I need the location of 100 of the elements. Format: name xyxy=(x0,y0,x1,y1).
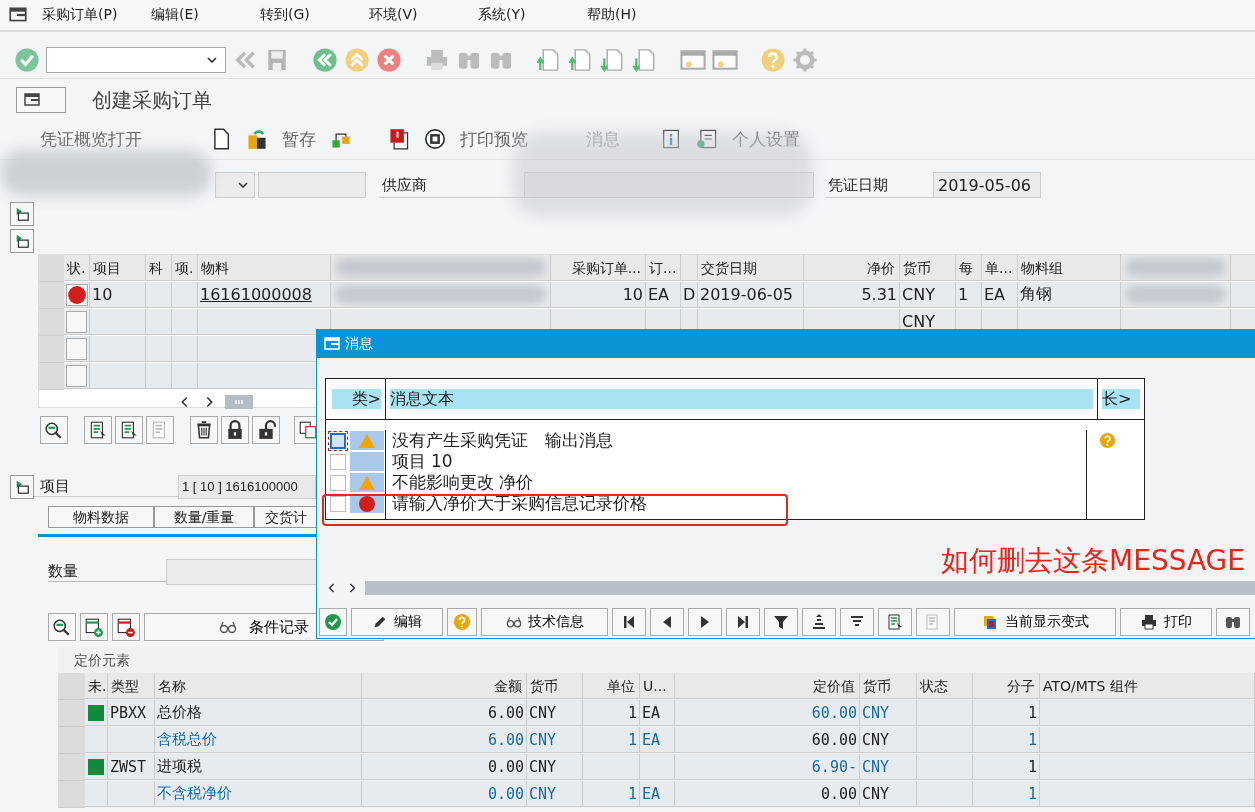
column-header[interactable]: 单... xyxy=(982,255,1018,281)
expand-button[interactable] xyxy=(10,202,34,226)
column-header[interactable]: 采购订单... xyxy=(551,255,646,281)
column-header[interactable]: 长> xyxy=(1102,389,1140,409)
table-cell: CNY xyxy=(527,727,583,753)
table-cell: 1 xyxy=(973,754,1040,780)
details-button[interactable] xyxy=(40,416,68,444)
scrollbar[interactable] xyxy=(365,581,1255,595)
toolbar-button[interactable] xyxy=(764,608,798,636)
toolbar-button[interactable] xyxy=(688,608,722,636)
column-header[interactable]: 货币 xyxy=(527,673,583,699)
find-button[interactable] xyxy=(1216,608,1250,636)
column-header[interactable]: 订... xyxy=(646,255,681,281)
date-field[interactable]: 2019-05-06 xyxy=(933,172,1041,198)
status-cell[interactable] xyxy=(66,283,88,306)
column-header[interactable]: 状. xyxy=(64,255,90,281)
column-header[interactable]: 类> xyxy=(332,389,381,409)
quantity-field[interactable] xyxy=(166,559,318,585)
help-button[interactable] xyxy=(447,608,477,636)
confirm-button[interactable] xyxy=(319,608,347,636)
command-field[interactable] xyxy=(46,47,226,73)
item-select-field[interactable]: 1 [ 10 ] 1616100000 xyxy=(178,475,316,499)
menu-item[interactable]: 环境(V) xyxy=(369,6,461,24)
menu-item[interactable]: 系统(Y) xyxy=(478,6,570,24)
delete-button[interactable] xyxy=(190,416,218,444)
column-header[interactable]: 科 xyxy=(146,255,172,281)
column-header[interactable]: 状态 xyxy=(917,673,973,699)
tab[interactable]: 数量/重量 xyxy=(154,506,254,528)
swap-icon xyxy=(246,128,268,150)
column-header[interactable]: 金额 xyxy=(362,673,527,699)
menu-item[interactable]: 编辑(E) xyxy=(151,6,243,24)
scroll-thumb[interactable] xyxy=(225,395,253,409)
table-cell[interactable]: 16161000008 xyxy=(198,282,331,308)
toolbar-button[interactable] xyxy=(612,608,646,636)
print-button[interactable]: 打印 xyxy=(1120,608,1212,636)
column-header[interactable]: 类型 xyxy=(108,673,155,699)
column-header[interactable]: 未. xyxy=(85,673,108,699)
column-header[interactable]: 净价 xyxy=(804,255,900,281)
table-cell xyxy=(917,700,973,726)
expand-button[interactable] xyxy=(10,475,34,499)
column-header[interactable]: 货币 xyxy=(860,673,917,699)
column-header[interactable]: ATO/MTS 组件 xyxy=(1040,673,1255,699)
screen-menu-button[interactable] xyxy=(16,87,66,113)
tab[interactable]: 交货计 xyxy=(254,506,318,528)
expand-icon xyxy=(14,206,30,222)
details-button[interactable] xyxy=(48,613,76,641)
toolbar-button[interactable] xyxy=(650,608,684,636)
long-text-icon xyxy=(1099,432,1117,449)
column-header[interactable]: 项目 xyxy=(90,255,146,281)
technical-info-button[interactable]: 技术信息 xyxy=(481,608,608,636)
toolbar-button[interactable] xyxy=(840,608,874,636)
layout-button[interactable]: 当前显示变式 xyxy=(954,608,1116,636)
column-header[interactable]: 货币 xyxy=(900,255,956,281)
insert-row-button[interactable] xyxy=(80,613,108,641)
select-all-cell[interactable] xyxy=(39,255,64,282)
dropdown-field[interactable] xyxy=(215,172,255,198)
column-header[interactable]: 名称 xyxy=(155,673,362,699)
table-cell xyxy=(172,363,198,389)
column-header[interactable]: U... xyxy=(640,673,675,699)
column-header[interactable]: 物料 xyxy=(198,255,331,281)
menu-item[interactable]: 转到(G) xyxy=(260,6,352,24)
add-row-icon xyxy=(84,617,104,637)
column-header[interactable]: 单位 xyxy=(583,673,640,699)
select-all-button[interactable] xyxy=(84,416,112,444)
column-header[interactable]: 消息文本 xyxy=(390,389,1093,409)
toolbar-button[interactable] xyxy=(802,608,836,636)
status-cell[interactable] xyxy=(66,337,87,360)
toolbar-button[interactable]: 暂存 xyxy=(282,127,316,151)
table-cell: 1 xyxy=(973,781,1040,807)
select-block-button[interactable] xyxy=(115,416,143,444)
column-header[interactable]: 每 xyxy=(956,255,982,281)
toolbar-button[interactable]: 打印预览 xyxy=(460,127,528,151)
menu-item[interactable]: 采购订单(P) xyxy=(42,6,134,24)
unlock-button[interactable] xyxy=(252,416,280,444)
toolbar-button[interactable] xyxy=(726,608,760,636)
table-cell: CNY xyxy=(527,781,583,807)
table-title: 定价元素 xyxy=(73,651,131,670)
settings-icon xyxy=(792,47,818,73)
menu-item[interactable]: 帮助(H) xyxy=(587,6,679,24)
expand-button[interactable] xyxy=(10,229,34,253)
status-cell[interactable] xyxy=(66,310,87,333)
column-header[interactable]: 物料组 xyxy=(1018,255,1121,281)
lock-button[interactable] xyxy=(221,416,249,444)
input-field[interactable] xyxy=(258,172,366,198)
status-cell[interactable] xyxy=(66,364,87,387)
tab[interactable]: 物料数据 xyxy=(48,506,154,528)
checkbox[interactable] xyxy=(330,474,346,491)
table-cell: CNY xyxy=(860,781,917,807)
edit-button[interactable]: 编辑 xyxy=(351,608,443,636)
delete-row-button[interactable] xyxy=(112,613,140,641)
column-header[interactable]: 定价值 xyxy=(675,673,860,699)
toolbar-button[interactable]: 凭证概览打开 xyxy=(40,127,142,151)
column-header[interactable]: 交货日期 xyxy=(698,255,804,281)
checkbox[interactable] xyxy=(330,453,346,470)
column-header[interactable]: 项. xyxy=(172,255,198,281)
table-cell: 0.00 xyxy=(362,754,527,780)
column-header[interactable]: 分子 xyxy=(973,673,1040,699)
vendor-field[interactable] xyxy=(524,172,814,198)
select-all-cell[interactable] xyxy=(58,673,85,700)
checkbox[interactable] xyxy=(330,432,346,449)
